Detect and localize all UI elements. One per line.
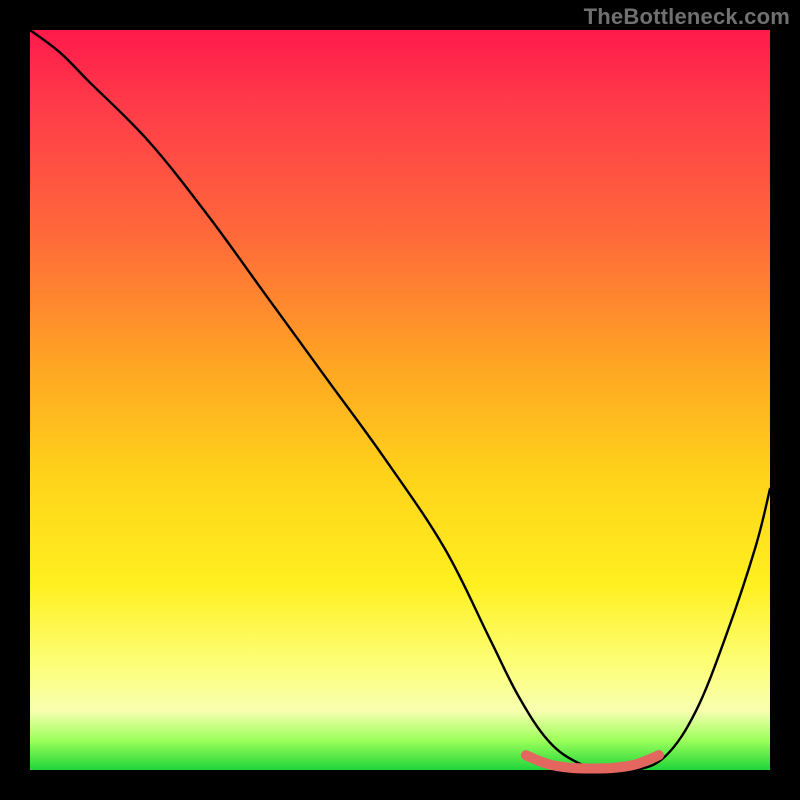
sweet-spot-band [526,755,659,768]
watermark-text: TheBottleneck.com [584,4,790,30]
bottleneck-curve [30,30,770,772]
chart-frame: TheBottleneck.com [0,0,800,800]
plot-area [30,30,770,770]
curve-layer [30,30,770,770]
